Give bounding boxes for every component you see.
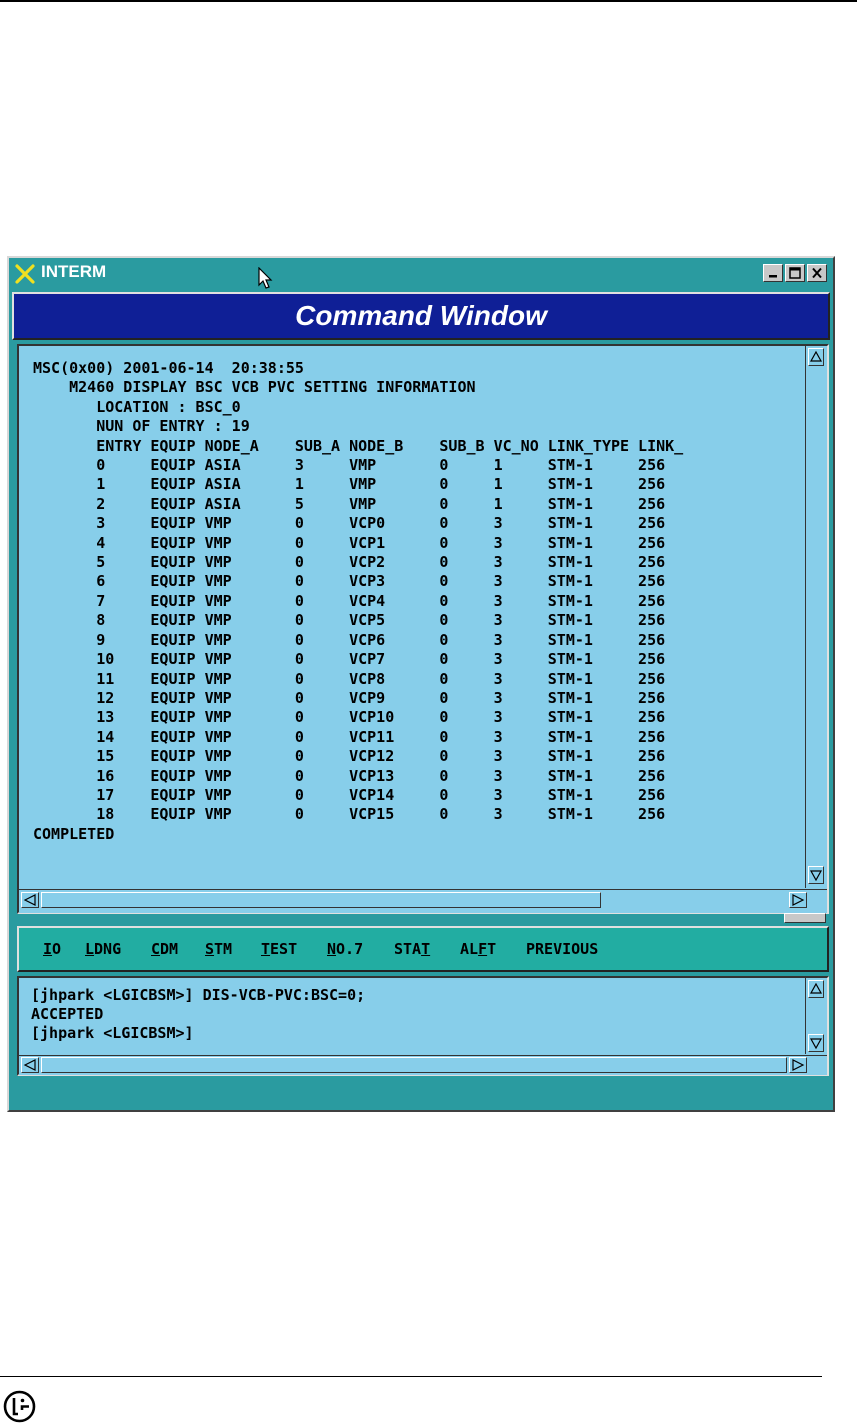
menu-io[interactable]: IO [43,940,61,958]
output-line: 12 EQUIP VMP 0 VCP9 0 3 STM-1 256 [33,688,666,707]
menu-stat[interactable]: STAT [394,940,430,958]
output-horizontal-scrollbar[interactable] [19,889,827,913]
menu-stm[interactable]: STM [205,940,232,958]
left-arrow-icon [23,894,36,906]
output-line: M2460 DISPLAY BSC VCB PVC SETTING INFORM… [33,378,476,397]
command-window-title: Command Window [295,300,547,331]
right-arrow-icon [792,1059,805,1071]
output-line: 11 EQUIP VMP 0 VCP8 0 3 STM-1 256 [33,669,666,688]
output-line: 10 EQUIP VMP 0 VCP7 0 3 STM-1 256 [33,650,666,669]
maximize-icon [789,267,801,279]
output-pane[interactable]: MSC(0x00) 2001-06-14 20:38:55 M2460 DISP… [17,344,829,914]
output-line: 6 EQUIP VMP 0 VCP3 0 3 STM-1 256 [33,572,666,591]
output-line: ENTRY EQUIP NODE_A SUB_A NODE_B SUB_B VC… [33,436,684,455]
output-line: 1 EQUIP ASIA 1 VMP 0 1 STM-1 256 [33,475,666,494]
output-line: MSC(0x00) 2001-06-14 20:38:55 [33,359,304,377]
menu-previous[interactable]: PREVIOUS [526,940,598,958]
interm-window: INTERM Command Window MSC(0x00) 2001-06-… [7,256,835,1112]
input-vertical-scrollbar[interactable] [805,978,826,1054]
output-line: 17 EQUIP VMP 0 VCP14 0 3 STM-1 256 [33,785,666,804]
input-line: [jhpark <LGICBSM>] DIS-VCB-PVC:BSC=0; [31,986,366,1004]
minimize-icon [769,275,777,278]
window-title: INTERM [41,262,107,281]
output-scroll-left-button[interactable] [21,892,39,908]
menu-cdm[interactable]: CDM [151,940,178,958]
output-line: 13 EQUIP VMP 0 VCP10 0 3 STM-1 256 [33,708,666,727]
down-arrow-icon [809,1038,823,1050]
output-line: COMPLETED [33,824,115,843]
down-arrow-icon [809,870,823,882]
input-pane[interactable]: [jhpark <LGICBSM>] DIS-VCB-PVC:BSC=0; ACC… [17,976,829,1076]
output-line: NUN OF ENTRY : 19 [33,417,250,436]
input-text[interactable]: [jhpark <LGICBSM>] DIS-VCB-PVC:BSC=0; ACC… [31,986,365,1043]
title-bar[interactable]: INTERM [9,258,833,289]
input-line: [jhpark <LGICBSM>] [31,1024,194,1042]
up-arrow-icon [809,350,823,362]
output-line: 4 EQUIP VMP 0 VCP1 0 3 STM-1 256 [33,533,666,552]
maximize-button[interactable] [785,264,805,282]
mouse-pointer-icon [258,267,273,289]
close-icon [812,267,822,279]
output-text: MSC(0x00) 2001-06-14 20:38:55 M2460 DISP… [33,359,683,844]
menu-ldng[interactable]: LDNG [85,940,121,958]
output-line: 2 EQUIP ASIA 5 VMP 0 1 STM-1 256 [33,494,666,513]
menu-no7[interactable]: NO.7 [327,940,363,958]
input-scroll-right-button[interactable] [789,1057,807,1073]
output-line: 3 EQUIP VMP 0 VCP0 0 3 STM-1 256 [33,514,666,533]
output-line: 8 EQUIP VMP 0 VCP5 0 3 STM-1 256 [33,611,666,630]
output-line: 0 EQUIP ASIA 3 VMP 0 1 STM-1 256 [33,456,666,475]
menu-alft[interactable]: ALFT [460,940,496,958]
input-horizontal-scroll-thumb[interactable] [41,1057,787,1073]
up-arrow-icon [809,982,823,994]
output-line: 14 EQUIP VMP 0 VCP11 0 3 STM-1 256 [33,727,666,746]
input-scroll-down-button[interactable] [808,1034,824,1052]
output-scroll-up-button[interactable] [808,348,824,366]
command-window-header: Command Window [12,292,830,340]
output-line: 5 EQUIP VMP 0 VCP2 0 3 STM-1 256 [33,553,666,572]
output-line: 7 EQUIP VMP 0 VCP4 0 3 STM-1 256 [33,591,666,610]
minimize-button[interactable] [763,264,783,282]
lg-logo-icon [3,1390,36,1423]
page-bottom-rule [0,1376,822,1377]
x-logo-icon [15,264,35,284]
output-scroll-down-button[interactable] [808,866,824,884]
input-scroll-up-button[interactable] [808,980,824,998]
input-line: ACCEPTED [31,1005,104,1023]
output-line: 9 EQUIP VMP 0 VCP6 0 3 STM-1 256 [33,630,666,649]
menu-test[interactable]: TEST [261,940,297,958]
command-menu-bar: IO LDNG CDM STM TEST NO.7 STAT ALFT PREV… [17,926,829,972]
left-arrow-icon [23,1059,36,1071]
input-horizontal-scrollbar[interactable] [19,1055,827,1075]
output-line: 16 EQUIP VMP 0 VCP13 0 3 STM-1 256 [33,766,666,785]
page-top-rule [0,0,857,2]
output-horizontal-scroll-thumb[interactable] [41,892,601,908]
output-line: 15 EQUIP VMP 0 VCP12 0 3 STM-1 256 [33,747,666,766]
output-scroll-right-button[interactable] [789,892,807,908]
output-vertical-scrollbar[interactable] [805,346,826,888]
output-line: LOCATION : BSC_0 [33,397,241,416]
right-arrow-icon [792,894,805,906]
output-line: 18 EQUIP VMP 0 VCP15 0 3 STM-1 256 [33,805,666,824]
input-scroll-left-button[interactable] [21,1057,39,1073]
close-button[interactable] [807,264,827,282]
pane-splitter-handle[interactable] [784,913,826,923]
